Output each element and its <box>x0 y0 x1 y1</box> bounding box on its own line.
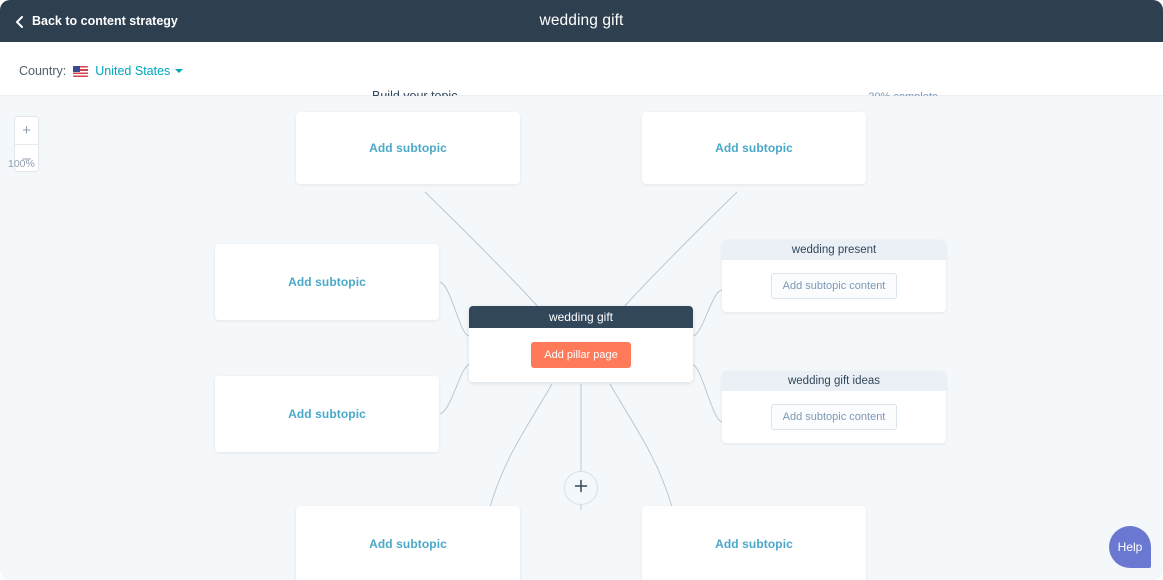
country-value-label: United States <box>95 64 171 78</box>
subtopic-node-empty[interactable]: Add subtopic <box>296 112 520 184</box>
top-bar: Back to content strategy wedding gift <box>0 0 1163 42</box>
subtopic-node-empty[interactable]: Add subtopic <box>296 506 520 580</box>
chevron-down-icon <box>175 69 184 73</box>
topic-map-canvas[interactable]: + – 100% Add subtopic Add subtopic Add s… <box>0 96 1163 580</box>
add-subtopic-node-button[interactable] <box>564 471 598 505</box>
add-subtopic-label: Add subtopic <box>715 537 793 551</box>
country-dropdown[interactable]: United States <box>95 64 184 78</box>
add-subtopic-label: Add subtopic <box>369 141 447 155</box>
pillar-node-title: wedding gift <box>469 306 693 328</box>
add-subtopic-content-button[interactable]: Add subtopic content <box>770 273 898 299</box>
plus-icon <box>574 478 588 498</box>
subtopic-node-empty[interactable]: Add subtopic <box>215 244 439 320</box>
add-pillar-page-button[interactable]: Add pillar page <box>531 342 631 368</box>
page-title: wedding gift <box>539 12 624 29</box>
subtopic-node-title: wedding present <box>722 240 946 260</box>
add-subtopic-label: Add subtopic <box>288 407 366 421</box>
pillar-node[interactable]: wedding gift Add pillar page <box>469 306 693 382</box>
toolbar: Country: United States Build your topic … <box>0 42 1163 128</box>
country-selector[interactable]: Country: United States <box>19 64 184 78</box>
add-subtopic-label: Add subtopic <box>288 275 366 289</box>
topic-builder-window: Back to content strategy wedding gift Co… <box>0 0 1163 580</box>
help-button[interactable]: Help <box>1109 526 1151 568</box>
subtopic-node-title: wedding gift ideas <box>722 371 946 391</box>
zoom-level-label: 100% <box>8 158 35 170</box>
country-label: Country: <box>19 64 67 78</box>
subtopic-node-filled[interactable]: wedding gift ideas Add subtopic content <box>722 371 946 443</box>
subtopic-node-empty[interactable]: Add subtopic <box>642 506 866 580</box>
add-subtopic-content-button[interactable]: Add subtopic content <box>770 404 898 430</box>
add-subtopic-label: Add subtopic <box>369 537 447 551</box>
add-subtopic-label: Add subtopic <box>715 141 793 155</box>
subtopic-node-filled[interactable]: wedding present Add subtopic content <box>722 240 946 312</box>
subtopic-node-empty[interactable]: Add subtopic <box>215 376 439 452</box>
us-flag-icon <box>73 65 89 77</box>
subtopic-node-empty[interactable]: Add subtopic <box>642 112 866 184</box>
zoom-in-button[interactable]: + <box>15 117 38 144</box>
